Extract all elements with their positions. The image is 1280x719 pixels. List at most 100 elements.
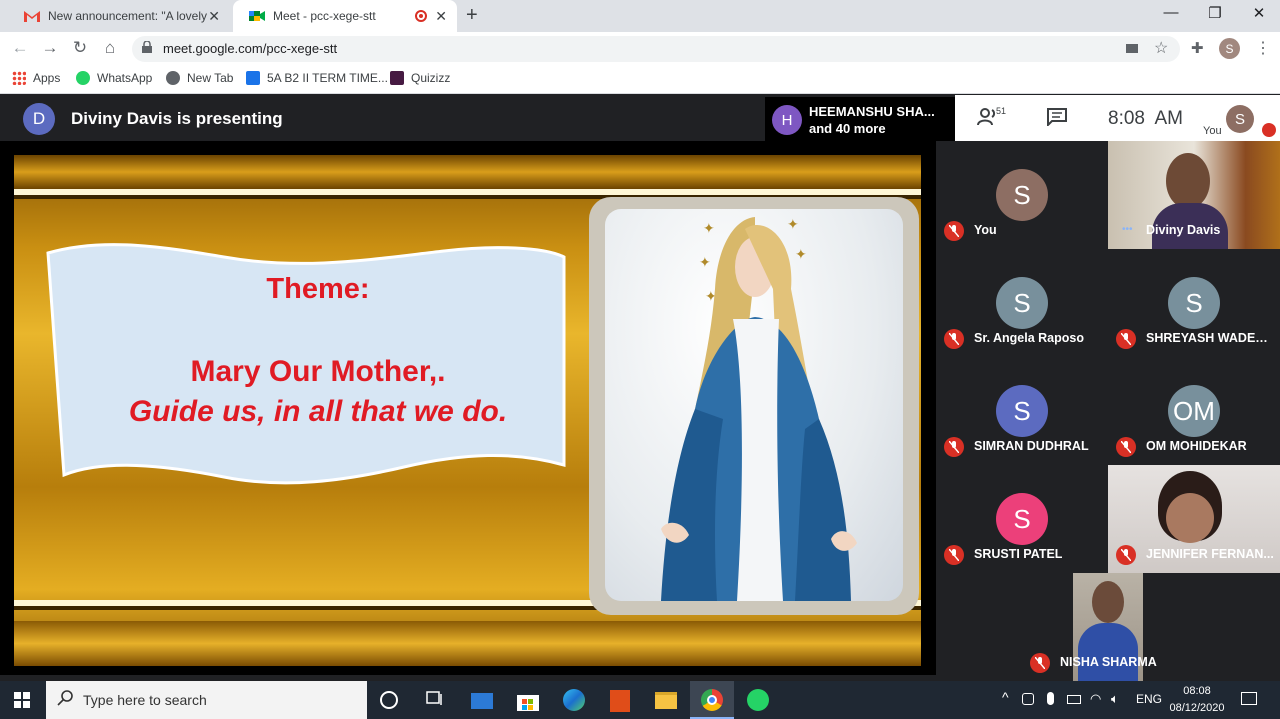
participant-name: SIMRAN DUDHRAL [974, 439, 1089, 453]
taskbar-time[interactable]: 08:08 [1172, 685, 1222, 697]
bookmark-timetable[interactable]: 5A B2 II TERM TIME... [246, 71, 388, 85]
extensions-icon[interactable]: ✚ [1191, 39, 1204, 57]
reload-icon[interactable]: ↻ [69, 38, 91, 58]
self-avatar: S [1226, 105, 1254, 133]
chat-icon[interactable] [1047, 108, 1067, 131]
whatsapp-icon [76, 71, 90, 85]
meet-window: D Diviny Davis is presenting H HEEMANSHU… [0, 95, 1280, 681]
notification-icon[interactable] [1241, 692, 1257, 705]
mary-image-frame: ✦ ✦ ✦ ✦ ✦ ✦ [589, 197, 919, 615]
tab-meet[interactable]: Meet - pcc-xege-stt ✕ [233, 0, 457, 32]
forward-icon[interactable]: → [39, 38, 61, 58]
camera-tray-icon[interactable] [1022, 693, 1034, 705]
mary-image: ✦ ✦ ✦ ✦ ✦ ✦ [605, 209, 903, 601]
mic-off-icon [1262, 123, 1276, 137]
participant-avatar: OM [1168, 385, 1220, 437]
participant-tile-jennifer[interactable]: JENNIFER FERNAN... [1108, 465, 1280, 573]
minimize-button[interactable]: — [1148, 4, 1194, 21]
participant-tile-nisha[interactable]: NISHA SHARMA [1022, 573, 1194, 681]
participant-name: SHREYASH WADEK... [1146, 331, 1274, 345]
file-explorer-icon[interactable] [655, 692, 677, 709]
home-icon[interactable]: ⌂ [99, 38, 121, 58]
participant-count: 51 [996, 106, 1007, 116]
globe-icon [166, 71, 180, 85]
url-text: meet.google.com/pcc-xege-stt [163, 41, 338, 56]
wifi-icon[interactable]: ◠ [1090, 691, 1101, 707]
participant-tile-om[interactable]: OM OM MOHIDEKAR [1108, 357, 1280, 465]
cortana-icon[interactable] [380, 691, 398, 709]
tab-gmail[interactable]: New announcement: "A lovely m ✕ [8, 0, 230, 32]
new-tab-button[interactable]: + [466, 4, 478, 27]
presentation-area: Theme: Mary Our Mother,. Guide us, in al… [0, 141, 936, 675]
bookmark-star-icon[interactable]: ☆ [1154, 38, 1168, 58]
participant-name: OM MOHIDEKAR [1146, 439, 1247, 453]
presenter-avatar: D [23, 103, 55, 135]
maximize-button[interactable]: ❐ [1192, 4, 1238, 22]
volume-icon[interactable]: 🔈︎ [1111, 691, 1119, 707]
tab-title: Meet - pcc-xege-stt [273, 9, 376, 23]
microphone-icon[interactable] [1047, 692, 1054, 705]
menu-icon[interactable]: ⋮ [1255, 38, 1271, 58]
slide-theme-title: Theme: [266, 273, 370, 305]
mic-off-icon [944, 221, 964, 241]
slide-gold-band [14, 155, 921, 189]
edge-icon[interactable] [563, 689, 585, 711]
store-icon[interactable] [517, 691, 539, 711]
self-label: You [1203, 125, 1222, 137]
back-icon[interactable]: ← [9, 38, 31, 58]
bookmark-label: Apps [33, 71, 61, 85]
bookmark-new-tab[interactable]: New Tab [166, 71, 233, 85]
task-view-icon[interactable] [425, 689, 445, 711]
windows-start-icon[interactable] [14, 692, 30, 713]
close-tab-icon[interactable]: ✕ [208, 8, 220, 25]
participant-video [1078, 623, 1138, 681]
participant-tile-you[interactable]: S You [936, 141, 1108, 249]
search-placeholder: Type here to search [83, 692, 207, 708]
svg-text:✦: ✦ [703, 220, 715, 236]
close-window-button[interactable]: ✕ [1236, 4, 1280, 22]
lock-icon [142, 41, 152, 53]
camera-icon[interactable] [1126, 44, 1138, 53]
participants-chip[interactable]: H HEEMANSHU SHA... and 40 more [765, 97, 955, 141]
participant-tile-srusti[interactable]: S SRUSTI PATEL [936, 465, 1108, 573]
participant-tile-simran[interactable]: S SIMRAN DUDHRAL [936, 357, 1108, 465]
contact-card-icon [246, 71, 260, 85]
profile-avatar[interactable]: S [1219, 38, 1240, 59]
recording-icon [415, 10, 427, 22]
participant-avatar: S [996, 169, 1048, 221]
chevron-up-icon[interactable]: ^ [1002, 689, 1009, 705]
bookmark-label: New Tab [187, 71, 234, 85]
bookmark-label: 5A B2 II TERM TIME... [267, 71, 388, 85]
mail-icon[interactable] [471, 693, 493, 709]
whatsapp-icon[interactable] [747, 689, 769, 711]
quizizz-icon [390, 71, 404, 85]
participant-name: Diviny Davis [1146, 223, 1221, 237]
svg-text:✦: ✦ [699, 254, 711, 270]
slide-theme-line2: Guide us, in all that we do. [128, 395, 508, 428]
office-icon[interactable] [610, 690, 630, 712]
speaking-indicator: ••• [1122, 224, 1133, 235]
participant-tile-angela[interactable]: S Sr. Angela Raposo [936, 249, 1108, 357]
battery-icon[interactable] [1067, 695, 1081, 704]
meeting-clock: 8:08 AM [1108, 108, 1183, 129]
close-tab-icon[interactable]: ✕ [435, 8, 447, 25]
chip-avatar: H [772, 105, 802, 135]
apps-grid-icon [12, 71, 26, 85]
address-bar[interactable]: meet.google.com/pcc-xege-stt ☆ [132, 36, 1180, 62]
bookmark-whatsapp[interactable]: WhatsApp [76, 71, 152, 85]
taskbar-search[interactable]: Type here to search [46, 681, 367, 719]
bookmark-apps[interactable]: Apps [12, 71, 60, 85]
gmail-icon [24, 8, 40, 24]
browser-toolbar: ← → ↻ ⌂ meet.google.com/pcc-xege-stt ☆ ✚… [0, 32, 1280, 66]
chrome-icon[interactable] [701, 689, 723, 711]
language-indicator[interactable]: ENG [1136, 692, 1162, 706]
bookmark-quizizz[interactable]: Quizizz [390, 71, 450, 85]
taskbar-date[interactable]: 08/12/2020 [1165, 702, 1229, 714]
participant-name: You [974, 223, 997, 237]
participant-tile-diviny[interactable]: ••• Diviny Davis [1108, 141, 1280, 249]
mary-figure-illustration: ✦ ✦ ✦ ✦ ✦ ✦ [661, 216, 857, 601]
presenter-bar: D Diviny Davis is presenting H HEEMANSHU… [0, 95, 1280, 141]
participant-tile-shreyash[interactable]: S SHREYASH WADEK... [1108, 249, 1280, 357]
participant-name: JENNIFER FERNAN... [1146, 547, 1274, 561]
participant-video [1166, 493, 1214, 543]
